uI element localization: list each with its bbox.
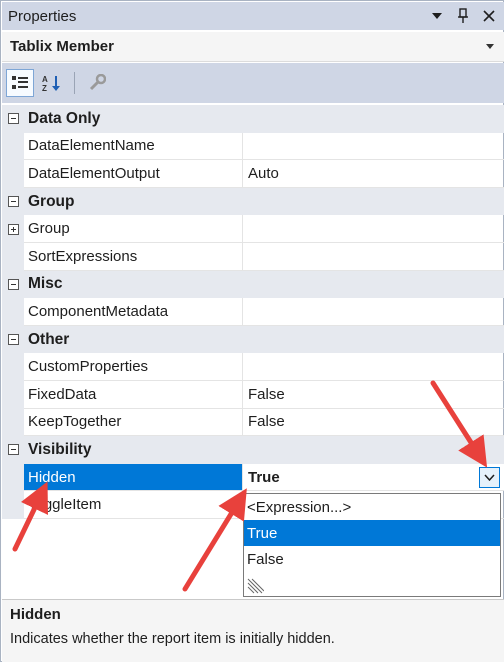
category-label: Other — [28, 330, 70, 348]
svg-text:A: A — [42, 75, 48, 84]
property-pages-button[interactable] — [83, 69, 111, 97]
row-gutter — [2, 353, 24, 381]
description-panel: Hidden Indicates whether the report item… — [2, 599, 504, 662]
description-title: Hidden — [10, 606, 61, 623]
expand-icon[interactable] — [2, 215, 24, 243]
category-row[interactable]: Visibility — [2, 436, 504, 464]
property-row[interactable]: DataElementOutput Auto — [2, 160, 504, 188]
value-dropdown-button[interactable] — [479, 466, 500, 488]
property-value[interactable] — [243, 243, 504, 271]
category-row[interactable]: Misc — [2, 270, 504, 299]
title-bar: Properties — [2, 2, 504, 30]
property-name[interactable]: CustomProperties — [24, 353, 243, 381]
property-name[interactable]: FixedData — [24, 381, 243, 409]
property-name[interactable]: SortExpressions — [24, 243, 243, 271]
property-name[interactable]: Hidden — [24, 463, 243, 492]
row-gutter — [2, 298, 24, 326]
minus-box-icon — [7, 278, 19, 290]
row-gutter — [2, 408, 24, 437]
category-label: Misc — [28, 275, 63, 293]
property-row[interactable]: DataElementName — [2, 132, 504, 161]
object-selector[interactable]: Tablix Member — [2, 32, 504, 62]
property-value[interactable] — [243, 298, 504, 326]
property-name[interactable]: Group — [24, 215, 243, 243]
chevron-down-icon — [484, 474, 495, 481]
row-gutter — [2, 160, 24, 188]
collapse-icon[interactable] — [2, 187, 24, 216]
property-value[interactable] — [243, 133, 504, 161]
property-row[interactable]: KeepTogether False — [2, 408, 504, 437]
svg-text:Z: Z — [42, 84, 47, 92]
description-text: Indicates whether the report item is ini… — [10, 631, 335, 647]
property-name[interactable]: DataElementOutput — [24, 160, 243, 188]
property-name[interactable]: KeepTogether — [24, 408, 243, 437]
categorized-icon — [12, 76, 28, 89]
minus-box-icon — [7, 334, 19, 346]
property-name[interactable]: ComponentMetadata — [24, 298, 243, 326]
property-row[interactable]: ComponentMetadata — [2, 298, 504, 326]
property-value[interactable]: False — [243, 381, 504, 409]
property-value[interactable]: False — [243, 409, 504, 437]
dropdown-option-false[interactable]: False — [244, 546, 500, 572]
property-row[interactable]: FixedData False — [2, 381, 504, 409]
row-gutter — [2, 463, 24, 492]
minus-box-icon — [7, 196, 19, 208]
window-title: Properties — [8, 7, 77, 25]
categorized-button[interactable] — [6, 69, 34, 97]
property-value-text: True — [248, 468, 280, 486]
dropdown-option-expression[interactable]: <Expression...> — [244, 494, 500, 520]
property-value-text: False — [248, 385, 285, 403]
property-row[interactable]: Group — [2, 215, 504, 243]
collapse-icon[interactable] — [2, 105, 24, 133]
category-label: Data Only — [28, 109, 101, 127]
dropdown-option-true[interactable]: True — [244, 520, 500, 546]
row-gutter — [2, 243, 24, 271]
category-row[interactable]: Data Only — [2, 105, 504, 133]
property-pages-icon — [89, 74, 106, 91]
category-label: Visibility — [28, 440, 92, 458]
collapse-icon[interactable] — [2, 325, 24, 354]
property-row[interactable]: SortExpressions — [2, 243, 504, 271]
plus-box-icon — [7, 223, 19, 235]
close-icon[interactable] — [482, 8, 496, 24]
property-row[interactable]: CustomProperties — [2, 353, 504, 381]
pin-icon[interactable] — [456, 8, 470, 24]
row-gutter — [2, 491, 24, 519]
dropdown-icon[interactable] — [430, 8, 444, 24]
row-gutter — [2, 381, 24, 409]
collapse-icon[interactable] — [2, 270, 24, 299]
category-label: Group — [28, 192, 75, 210]
property-row-selected[interactable]: Hidden True — [2, 463, 504, 492]
category-row[interactable]: Group — [2, 187, 504, 216]
alphabetical-icon: A Z — [42, 75, 60, 92]
minus-box-icon — [7, 444, 19, 456]
property-value[interactable]: Auto — [243, 160, 504, 188]
property-name[interactable]: DataElementName — [24, 132, 243, 161]
property-value[interactable] — [243, 215, 504, 243]
property-value-text: Auto — [248, 164, 279, 182]
property-name[interactable]: ToggleItem — [24, 491, 243, 519]
property-value[interactable] — [243, 353, 504, 381]
minus-box-icon — [7, 113, 19, 125]
category-row[interactable]: Other — [2, 325, 504, 354]
row-gutter — [2, 132, 24, 161]
resize-grip-icon[interactable] — [246, 576, 264, 594]
chevron-down-icon[interactable] — [486, 41, 504, 52]
property-value-text: False — [248, 413, 285, 431]
collapse-icon[interactable] — [2, 436, 24, 464]
properties-window: Properties Tablix Member A Z Data Only D… — [0, 0, 504, 662]
properties-toolbar: A Z — [2, 63, 504, 103]
object-name: Tablix Member — [10, 38, 114, 55]
alphabetical-button[interactable]: A Z — [38, 69, 66, 97]
property-value[interactable]: True — [243, 463, 504, 492]
value-dropdown-list: <Expression...> True False — [243, 493, 501, 597]
toolbar-separator — [74, 72, 75, 94]
